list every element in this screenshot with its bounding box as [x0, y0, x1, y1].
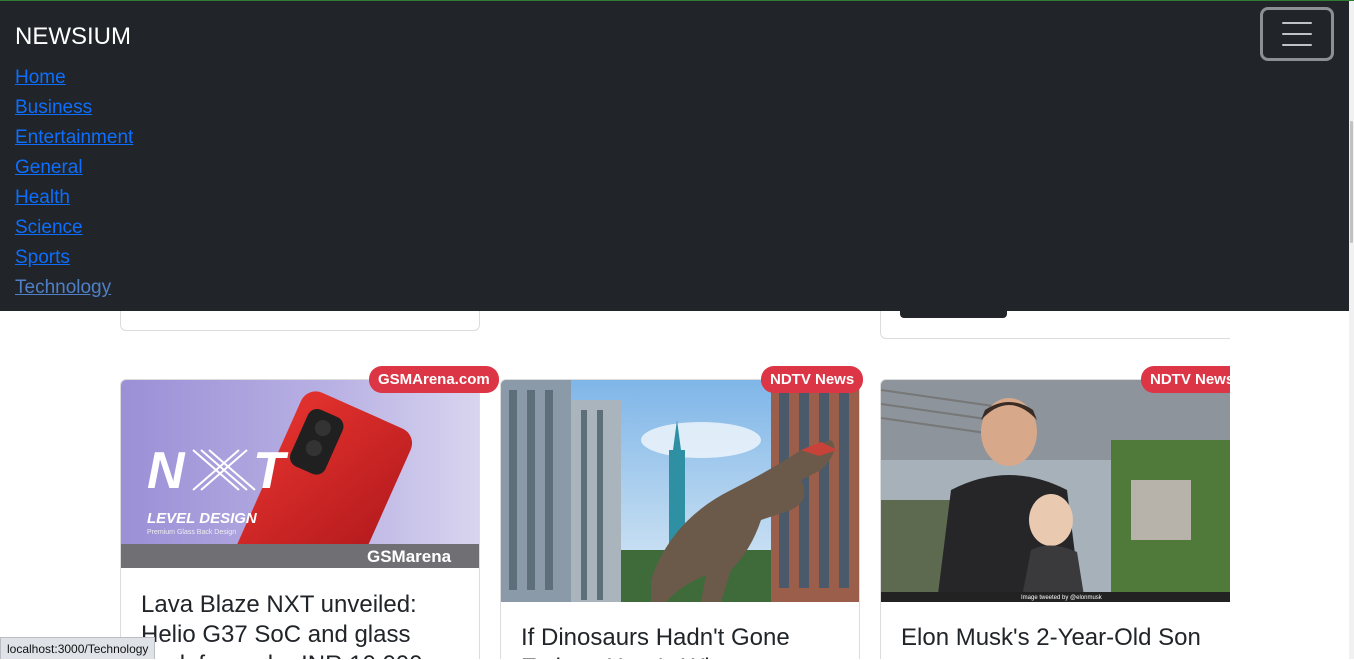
- hamburger-icon: [1282, 33, 1312, 35]
- nav-link-general[interactable]: General: [15, 153, 133, 183]
- elon-musk-photo: Image tweeted by @elonmusk: [881, 380, 1230, 602]
- news-title: Elon Musk's 2-Year-Old Son ...: [901, 624, 1201, 659]
- svg-text:Premium Glass Back Design: Premium Glass Back Design: [147, 529, 236, 536]
- news-card[interactable]: Image tweeted by @elonmusk Elon Musk's 2…: [880, 379, 1230, 659]
- navbar-toggler-button[interactable]: [1260, 7, 1334, 61]
- image-headline: LEVEL DESIGN: [147, 510, 258, 527]
- news-image[interactable]: N T LEVEL DESIGN Premium Glass Back Desi…: [121, 380, 479, 568]
- nav-link-home[interactable]: Home: [15, 63, 133, 93]
- phone-promo-image: N T LEVEL DESIGN Premium Glass Back Desi…: [121, 380, 479, 568]
- image-caption: Image tweeted by @elonmusk: [1021, 595, 1103, 601]
- nav-link-business[interactable]: Business: [15, 93, 133, 123]
- news-title: Lava Blaze NXT unveiled: Helio G37 SoC a…: [141, 591, 423, 659]
- hamburger-icon: [1282, 44, 1312, 46]
- vertical-scrollbar[interactable]: [1349, 1, 1354, 659]
- source-badge: NDTV News: [1141, 366, 1230, 393]
- news-title: If Dinosaurs Hadn't Gone Extinct, Here's…: [521, 624, 790, 659]
- news-image[interactable]: Image tweeted by @elonmusk: [881, 380, 1230, 602]
- nav-link-entertainment[interactable]: Entertainment: [15, 123, 133, 153]
- dinosaur-city-image: [501, 380, 859, 602]
- nav-link-technology[interactable]: Technology: [15, 273, 133, 303]
- nav-links: Home Business Entertainment General Heal…: [15, 63, 133, 303]
- svg-text:T: T: [253, 442, 289, 500]
- navbar: NEWSIUM Home Business Entertainment Gene…: [0, 1, 1349, 311]
- brand-logo[interactable]: NEWSIUM: [15, 22, 131, 52]
- news-card[interactable]: N T LEVEL DESIGN Premium Glass Back Desi…: [120, 379, 480, 659]
- source-badge: GSMArena.com: [369, 366, 499, 393]
- svg-text:GSMarena: GSMarena: [367, 547, 452, 566]
- nav-link-health[interactable]: Health: [15, 183, 133, 213]
- nav-link-science[interactable]: Science: [15, 213, 133, 243]
- hamburger-icon: [1282, 22, 1312, 24]
- news-card[interactable]: If Dinosaurs Hadn't Gone Extinct, Here's…: [500, 379, 860, 659]
- nav-link-sports[interactable]: Sports: [15, 243, 133, 273]
- scrollbar-thumb[interactable]: [1350, 121, 1353, 243]
- svg-text:N: N: [147, 442, 186, 500]
- source-badge: NDTV News: [761, 366, 864, 393]
- news-image[interactable]: [501, 380, 859, 602]
- link-status-bar: localhost:3000/Technology: [0, 637, 156, 659]
